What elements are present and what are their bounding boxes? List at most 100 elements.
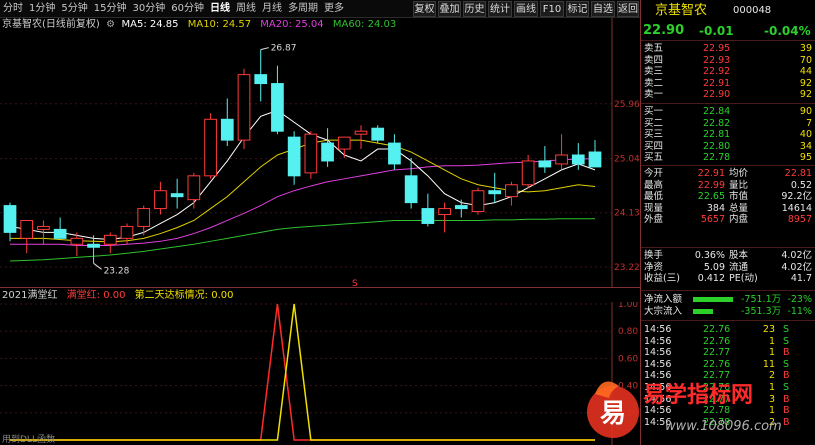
tick-volume: 1 [768,347,775,359]
sub-axis-label: 0.60 [618,354,638,364]
tick-side: S [783,335,790,347]
toolbar-button-0[interactable]: 复权 [413,1,436,17]
candle-body[interactable] [103,234,117,245]
bid-row[interactable]: 买五 22.78 95 [641,152,815,163]
period-tab-6[interactable]: 日线 [207,0,233,18]
candle-body[interactable] [471,190,485,213]
ask-row[interactable]: 卖五 22.95 39 [641,43,815,54]
period-tab-3[interactable]: 15分钟 [91,0,130,18]
candle-body[interactable] [70,237,84,245]
toolbar-button-3[interactable]: 统计 [488,1,512,17]
candle-body[interactable] [421,208,435,224]
bid-price: 22.84 [703,106,731,117]
stat-value: 22.65 [697,191,725,203]
ask-row[interactable]: 卖四 22.93 70 [641,55,815,66]
candle-body[interactable] [204,118,217,177]
tick-time: 14:56 [644,347,672,359]
candle-body[interactable] [371,127,385,141]
tick-time: 14:56 [644,335,672,347]
bid-row[interactable]: 买三 22.81 40 [641,129,815,140]
stat-value: 384 [706,202,725,214]
toolbar-button-5[interactable]: F10 [540,1,564,17]
ask-label: 卖二 [644,77,664,89]
ma20-line [10,158,596,246]
signal-yellow-line [10,303,595,441]
price-axis-label: 23.22 [614,263,640,273]
candle-body[interactable] [354,130,368,135]
candle-body[interactable] [287,136,301,177]
candle-body[interactable] [438,208,451,216]
bid-row[interactable]: 买一 22.84 90 [641,106,815,117]
period-tab-5[interactable]: 60分钟 [168,0,207,18]
toolbar-button-1[interactable]: 叠加 [438,1,461,17]
period-tab-2[interactable]: 5分钟 [58,0,90,18]
candle-body[interactable] [220,118,234,141]
toolbar-button-7[interactable]: 自选 [591,1,615,17]
candle-body[interactable] [137,208,151,227]
ask-price: 22.93 [703,54,731,66]
stat-value: 22.91 [697,168,725,179]
period-tab-10[interactable]: 更多 [321,0,347,18]
svg-text:易学指标网: 易学指标网 [643,382,753,408]
stat-value: 5657 [700,214,725,226]
ask-row[interactable]: 卖二 22.91 92 [641,78,815,89]
candle-body[interactable] [337,136,351,150]
candle-body[interactable] [521,160,535,186]
candle-body[interactable] [321,142,334,162]
candle-body[interactable] [538,160,552,168]
candle-body[interactable] [454,205,468,210]
period-tab-7[interactable]: 周线 [233,0,259,18]
candle-body[interactable] [120,225,134,239]
candle-body[interactable] [304,133,318,174]
candle-body[interactable] [154,190,167,210]
toolbar-button-2[interactable]: 历史 [463,1,486,17]
candle-body[interactable] [20,219,34,239]
ask-row[interactable]: 卖三 22.92 44 [641,66,815,77]
period-tab-1[interactable]: 1分钟 [26,0,58,18]
toolbar-button-6[interactable]: 标记 [566,1,589,17]
toolbar-button-8[interactable]: 返回 [617,1,639,17]
period-tab-9[interactable]: 多周期 [285,0,321,18]
pane-divider[interactable] [0,287,640,288]
candle-body[interactable] [388,142,401,165]
period-tab-8[interactable]: 月线 [259,0,285,18]
tick-volume: 11 [762,358,775,370]
candle-body[interactable] [254,74,268,85]
candle-body[interactable] [170,193,184,198]
ask-row[interactable]: 卖一 22.90 92 [641,89,815,100]
tick-price: 22.76 [703,358,731,370]
candle-body[interactable] [3,205,17,233]
candle-body[interactable] [187,175,201,201]
period-tab-0[interactable]: 分时 [0,0,26,18]
bid-price: 22.78 [703,152,731,164]
trade-tick-row: 14:56 22.76 1 S [641,336,815,347]
candle-body[interactable] [588,151,602,168]
candle-body[interactable] [488,190,502,195]
candle-body[interactable] [404,175,418,204]
bid-label: 买三 [644,129,664,141]
candle-body[interactable] [505,184,518,198]
indicator-chart[interactable]: 1.000.800.600.400.20 [0,302,640,445]
candle-body[interactable] [237,74,251,141]
stat-row: 现量 384 总量 14614 [641,203,815,214]
bid-row[interactable]: 买四 22.80 34 [641,141,815,152]
candle-body[interactable] [271,83,284,132]
candle-body[interactable] [571,154,585,165]
period-tab-4[interactable]: 30分钟 [129,0,168,18]
tick-side: S [783,324,790,335]
stat-label: 股本 [729,250,749,261]
candle-body[interactable] [87,243,100,248]
candlestick-chart[interactable]: 25.9625.0424.1323.2226.8723.28S [0,18,640,288]
bid-row[interactable]: 买二 22.82 7 [641,118,815,129]
indicator-legend: 2021满堂红 满堂红: 0.00 第二天达标情况: 0.00 [2,290,233,302]
candle-body[interactable] [53,228,67,239]
candle-body[interactable] [555,154,568,165]
indicator-name[interactable]: 2021满堂红 [2,290,57,301]
ask-price: 22.92 [703,66,731,78]
bid-label: 买二 [644,117,664,129]
toolbar-button-4[interactable]: 画线 [514,1,538,17]
ask-price: 22.91 [703,77,731,89]
candle-body[interactable] [37,225,50,230]
tick-time: 14:56 [644,324,672,335]
svg-text:易: 易 [600,399,626,429]
